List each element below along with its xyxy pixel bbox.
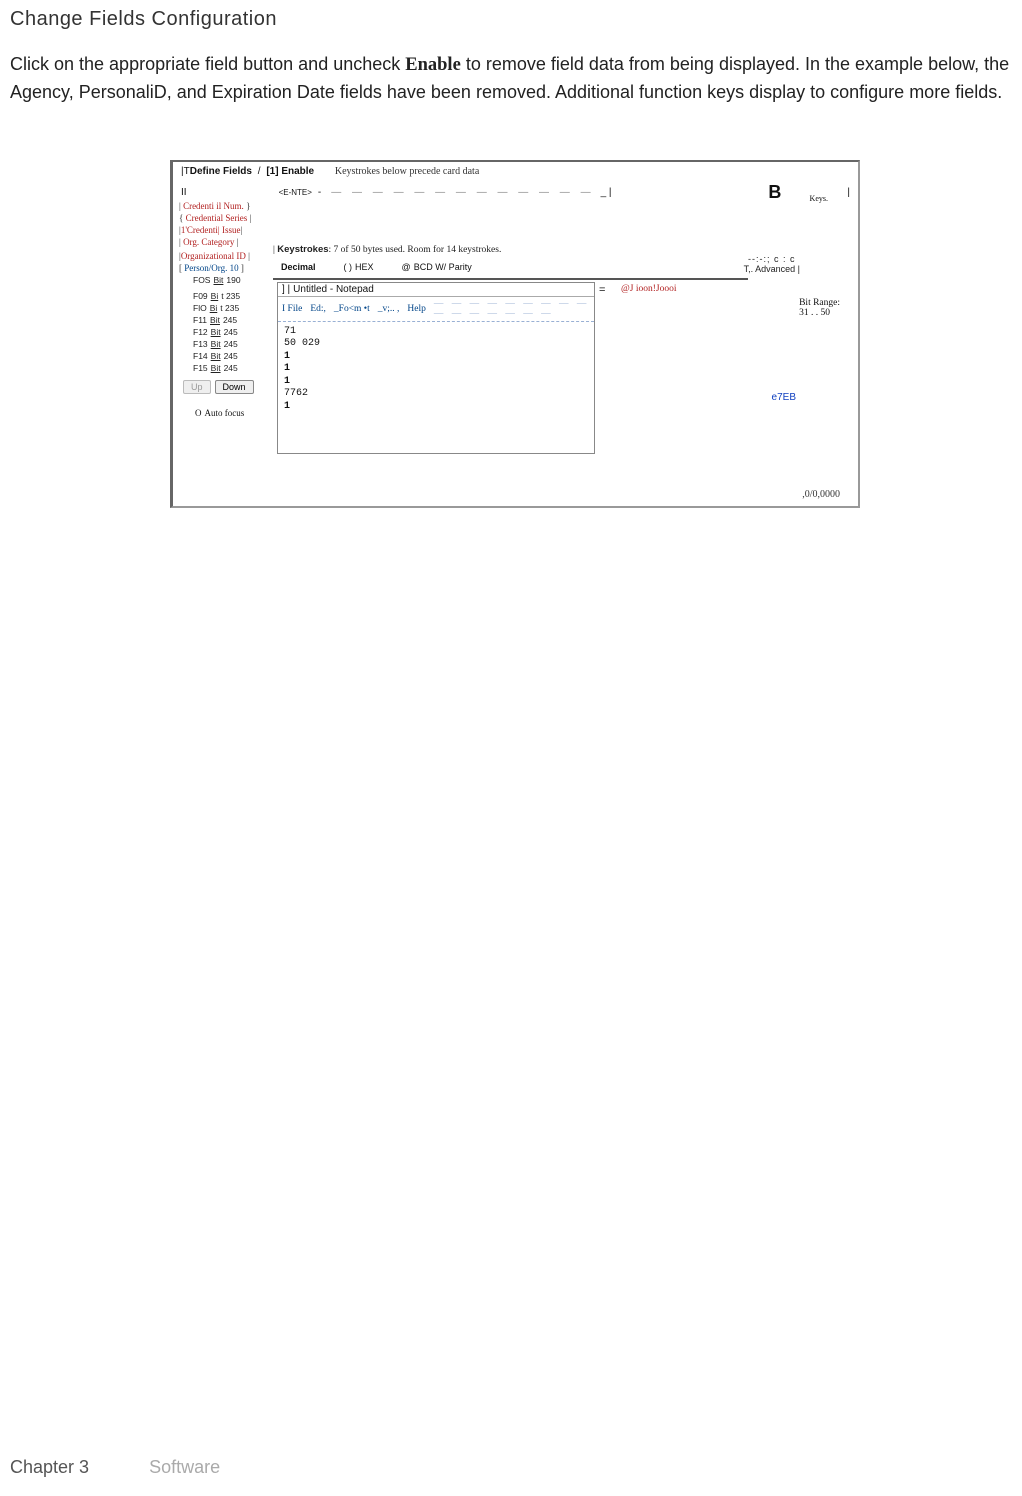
paragraph-text-before: Click on the appropriate field button an… — [10, 54, 405, 74]
enable-word: Enable — [405, 55, 461, 75]
bit-list-item: F15Bit245 — [193, 362, 269, 374]
sidebar-item-credential-issue[interactable]: |1'Credenti| Issue| — [179, 224, 269, 236]
up-down-controls: Up Down — [183, 380, 269, 394]
bit-list: F09Bit 235FlOBit 235F11Bit245F12Bit245F1… — [193, 290, 269, 374]
instruction-paragraph: Click on the appropriate field button an… — [10, 51, 1010, 105]
sidebar-item-credential-num[interactable]: | Credenti il Num. } — [179, 200, 269, 212]
np-right-text: @J ioon!Joooi — [621, 284, 676, 294]
menu-view[interactable]: _v;.. , — [378, 304, 400, 314]
divider — [273, 278, 748, 280]
autofocus-checkbox[interactable]: O Auto focus — [195, 408, 269, 418]
advanced-toggle[interactable]: --:-:; c : c T,. Advanced | — [744, 254, 800, 274]
notepad-menu: I File Ed:, _Fo<m •t _v;.. , Help — — — … — [278, 297, 594, 322]
circle-icon: @ — [402, 262, 411, 272]
define-fields-label: |TDefine Fields — [181, 166, 252, 177]
bit-list-item: F13Bit245 — [193, 338, 269, 350]
notepad-title-text: Untitled - Notepad — [293, 284, 374, 295]
equals-icon: = — [599, 284, 605, 296]
bold-b-icon: B — [768, 182, 781, 203]
menu-file[interactable]: I File — [282, 304, 302, 314]
bottom-counter: ,0/0,0000 — [802, 489, 840, 500]
code-e7eb: e7EB — [772, 392, 796, 403]
enter-line: II <E-NTE> - — — — — — — — — — — — — — _… — [181, 182, 850, 203]
bit-range: Bit Range: 31 . . 50 — [799, 298, 840, 318]
notepad-window: ] | Untitled - Notepad I File Ed:, _Fo<m… — [277, 282, 595, 454]
dashes: — — — — — — — — — — — — — — [331, 187, 594, 198]
bit-range-value: 31 . . 50 — [799, 308, 840, 318]
bit-list-item: F14Bit245 — [193, 350, 269, 362]
page-footer: Chapter 3 Software — [10, 1457, 220, 1478]
top-row: |TDefine Fields / [1] Enable Keystrokes … — [181, 166, 850, 177]
precede-label: Keystrokes below precede card data — [335, 166, 479, 177]
sidebar-item-org-category[interactable]: | Org. Category | — [179, 236, 269, 248]
slash: / — [258, 166, 261, 177]
sidebar-item-person-org[interactable]: [ Person/Org. 10 ] — [179, 262, 269, 274]
bit-list-item: F09Bit 235 — [193, 290, 269, 302]
sidebar-item-organizational-id[interactable]: |Organizational ID | — [179, 250, 269, 262]
bit-list-item: F11Bit245 — [193, 314, 269, 326]
notepad-titlebar: ] | Untitled - Notepad — [278, 283, 594, 297]
fos-row: FOS Bit 190 — [193, 274, 269, 286]
down-button[interactable]: Down — [215, 380, 254, 394]
enter-label: <E-NTE> — [279, 188, 312, 197]
bit-list-item: F12Bit245 — [193, 326, 269, 338]
circle-icon: O — [195, 408, 202, 418]
notepad-body[interactable]: 7150 02911177621 — [278, 322, 594, 418]
menu-format[interactable]: _Fo<m •t — [334, 304, 370, 314]
radio-decimal[interactable]: Decimal — [281, 262, 316, 272]
up-button[interactable]: Up — [183, 380, 211, 394]
screenshot-figure: |TDefine Fields / [1] Enable Keystrokes … — [170, 160, 860, 508]
keys-label: Keys. — [810, 194, 828, 203]
enable-checkbox-label[interactable]: [1] Enable — [266, 166, 314, 177]
menu-help[interactable]: Help — [407, 304, 425, 314]
sidebar: | Credenti il Num. } { Credential Series… — [179, 200, 269, 418]
footer-software: Software — [149, 1457, 220, 1478]
radio-hex[interactable]: ( )HEX — [344, 262, 374, 272]
menu-dashline: — — — — — — — — — — — — — — — — — [434, 299, 590, 319]
footer-chapter: Chapter 3 — [10, 1457, 89, 1478]
circle-icon: ( ) — [344, 262, 353, 272]
bit-range-label: Bit Range: — [799, 298, 840, 308]
sidebar-item-credential-series[interactable]: { Credential Series | — [179, 212, 269, 224]
page-title: Change Fields Configuration — [10, 8, 1012, 31]
menu-edit[interactable]: Ed:, — [310, 304, 326, 314]
bit-list-item: FlOBit 235 — [193, 302, 269, 314]
radio-bcd[interactable]: @BCD W/ Parity — [402, 262, 472, 272]
